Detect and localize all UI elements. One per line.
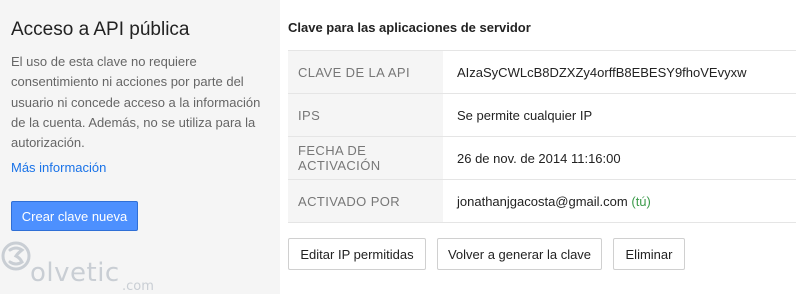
- create-key-button[interactable]: Crear clave nueva: [11, 201, 138, 231]
- edit-ips-button[interactable]: Editar IP permitidas: [288, 238, 426, 270]
- left-panel: Acceso a API pública El uso de esta clav…: [0, 0, 280, 294]
- row-label: FECHA DE ACTIVACIÓN: [288, 136, 443, 180]
- regenerate-key-button[interactable]: Volver a generar la clave: [437, 238, 602, 270]
- ips-value: Se permite cualquier IP: [443, 93, 796, 137]
- table-row: CLAVE DE LA API AIzaSyCWLcB8DZXZy4orffB8…: [288, 50, 796, 94]
- table-row: ACTIVADO POR jonathanjgacosta@gmail.com …: [288, 179, 796, 223]
- activated-by-email: jonathanjgacosta@gmail.com: [457, 193, 628, 209]
- more-info-link[interactable]: Más información: [11, 160, 106, 175]
- logo-wordmark: olvetic: [30, 258, 120, 288]
- row-label: ACTIVADO POR: [288, 179, 443, 223]
- panel-title: Acceso a API pública: [11, 19, 190, 40]
- you-label: (tú): [631, 193, 651, 209]
- section-title: Clave para las aplicaciones de servidor: [288, 20, 531, 35]
- logo-domain: .com: [122, 279, 154, 294]
- key-info-table: CLAVE DE LA API AIzaSyCWLcB8DZXZy4orffB8…: [288, 50, 796, 223]
- table-row: FECHA DE ACTIVACIÓN 26 de nov. de 2014 1…: [288, 136, 796, 180]
- table-row: IPS Se permite cualquier IP: [288, 93, 796, 137]
- panel-description: El uso de esta clave no requiere consent…: [11, 54, 261, 151]
- row-label: IPS: [288, 93, 443, 137]
- api-key-value: AIzaSyCWLcB8DZXZy4orffB8EBESY9fhoVEvyxw: [443, 50, 796, 94]
- row-label: CLAVE DE LA API: [288, 50, 443, 94]
- activation-date-value: 26 de nov. de 2014 11:16:00: [443, 136, 796, 180]
- delete-button[interactable]: Eliminar: [613, 238, 685, 270]
- activated-by-cell: jonathanjgacosta@gmail.com (tú): [443, 179, 796, 223]
